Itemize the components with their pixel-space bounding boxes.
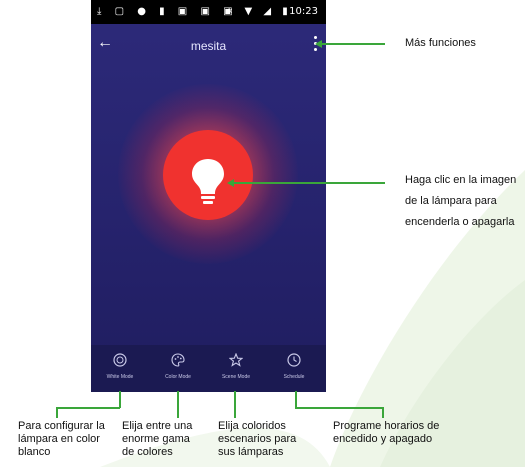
app-bar: ← mesita (91, 24, 326, 68)
palette-icon (171, 353, 185, 367)
callout-line (295, 407, 383, 409)
tab-color-mode[interactable]: Color Mode (149, 353, 207, 380)
tab-schedule[interactable]: Schedule (265, 353, 323, 380)
page-title: mesita (190, 39, 227, 53)
callout-arrow-icon (227, 179, 234, 187)
clock-icon (287, 353, 301, 367)
callout-line (232, 182, 385, 184)
tab-label: Color Mode (165, 374, 191, 380)
circle-icon (113, 353, 127, 367)
note-white-mode: Para configurar la lámpara en color blan… (18, 420, 105, 458)
callout-line (56, 407, 120, 409)
callout-line (320, 43, 385, 45)
tab-white-mode[interactable]: White Mode (91, 353, 149, 380)
note-schedule: Programe horarios de encedido y apagado (333, 420, 440, 445)
callout-line (56, 407, 58, 418)
callout-arrow-icon (315, 40, 322, 48)
note-lamp-tap: Haga clic en la imagen de la lámpara par… (405, 174, 517, 228)
callout-line (177, 391, 179, 418)
star-icon (229, 353, 243, 367)
tab-label: Scene Mode (221, 374, 251, 380)
phone-screen: ⤓ ▢ ● ▮ ▣ ▣ ▣ ∗ ▼ ◢ ▮ 10:23 ← mesita Whi… (91, 0, 326, 392)
callout-line (119, 391, 121, 408)
note-more-functions: Más funciones (405, 37, 476, 49)
tab-scene-mode[interactable]: Scene Mode (207, 353, 265, 380)
status-time: 10:23 (289, 6, 318, 17)
status-right-icons: ∗ ▼ ◢ ▮ (225, 6, 292, 17)
status-left-icons: ⤓ ▢ ● ▮ ▣ ▣ ▣ (97, 6, 238, 17)
note-color-mode: Elija entre una enorme gama de colores (122, 420, 193, 458)
tab-label: White Mode (106, 374, 134, 380)
callout-line (234, 391, 236, 418)
mode-tab-bar: White Mode Color Mode Scene Mode Schedul… (91, 345, 326, 392)
callout-line (295, 391, 297, 408)
tab-label: Schedule (283, 374, 305, 380)
light-bulb-icon (192, 159, 224, 204)
note-scene-mode: Elija coloridos escenarios para sus lámp… (218, 420, 297, 458)
status-bar: ⤓ ▢ ● ▮ ▣ ▣ ▣ ∗ ▼ ◢ ▮ 10:23 (91, 0, 326, 24)
lamp-toggle-button[interactable] (163, 130, 253, 220)
callout-line (382, 407, 384, 418)
